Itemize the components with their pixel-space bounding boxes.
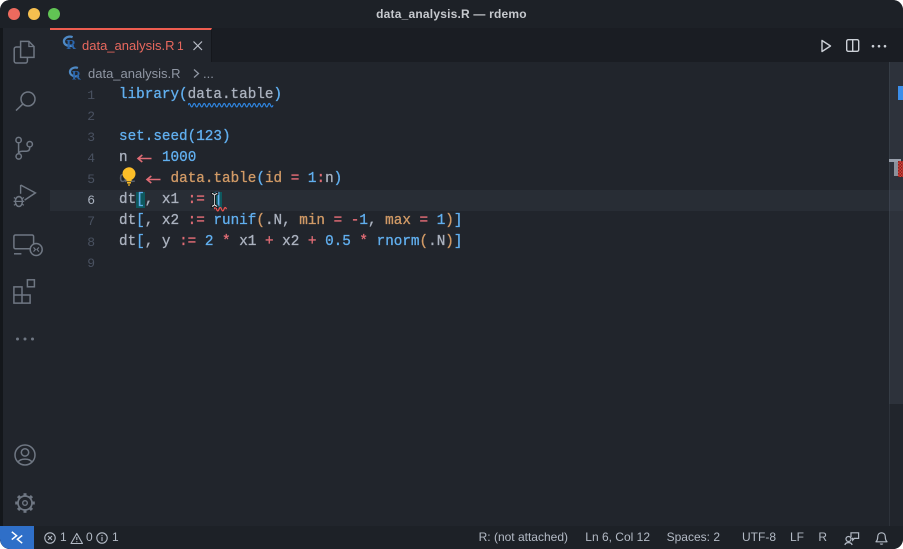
svg-text:R: R (72, 68, 82, 81)
svg-text:R: R (66, 37, 76, 51)
